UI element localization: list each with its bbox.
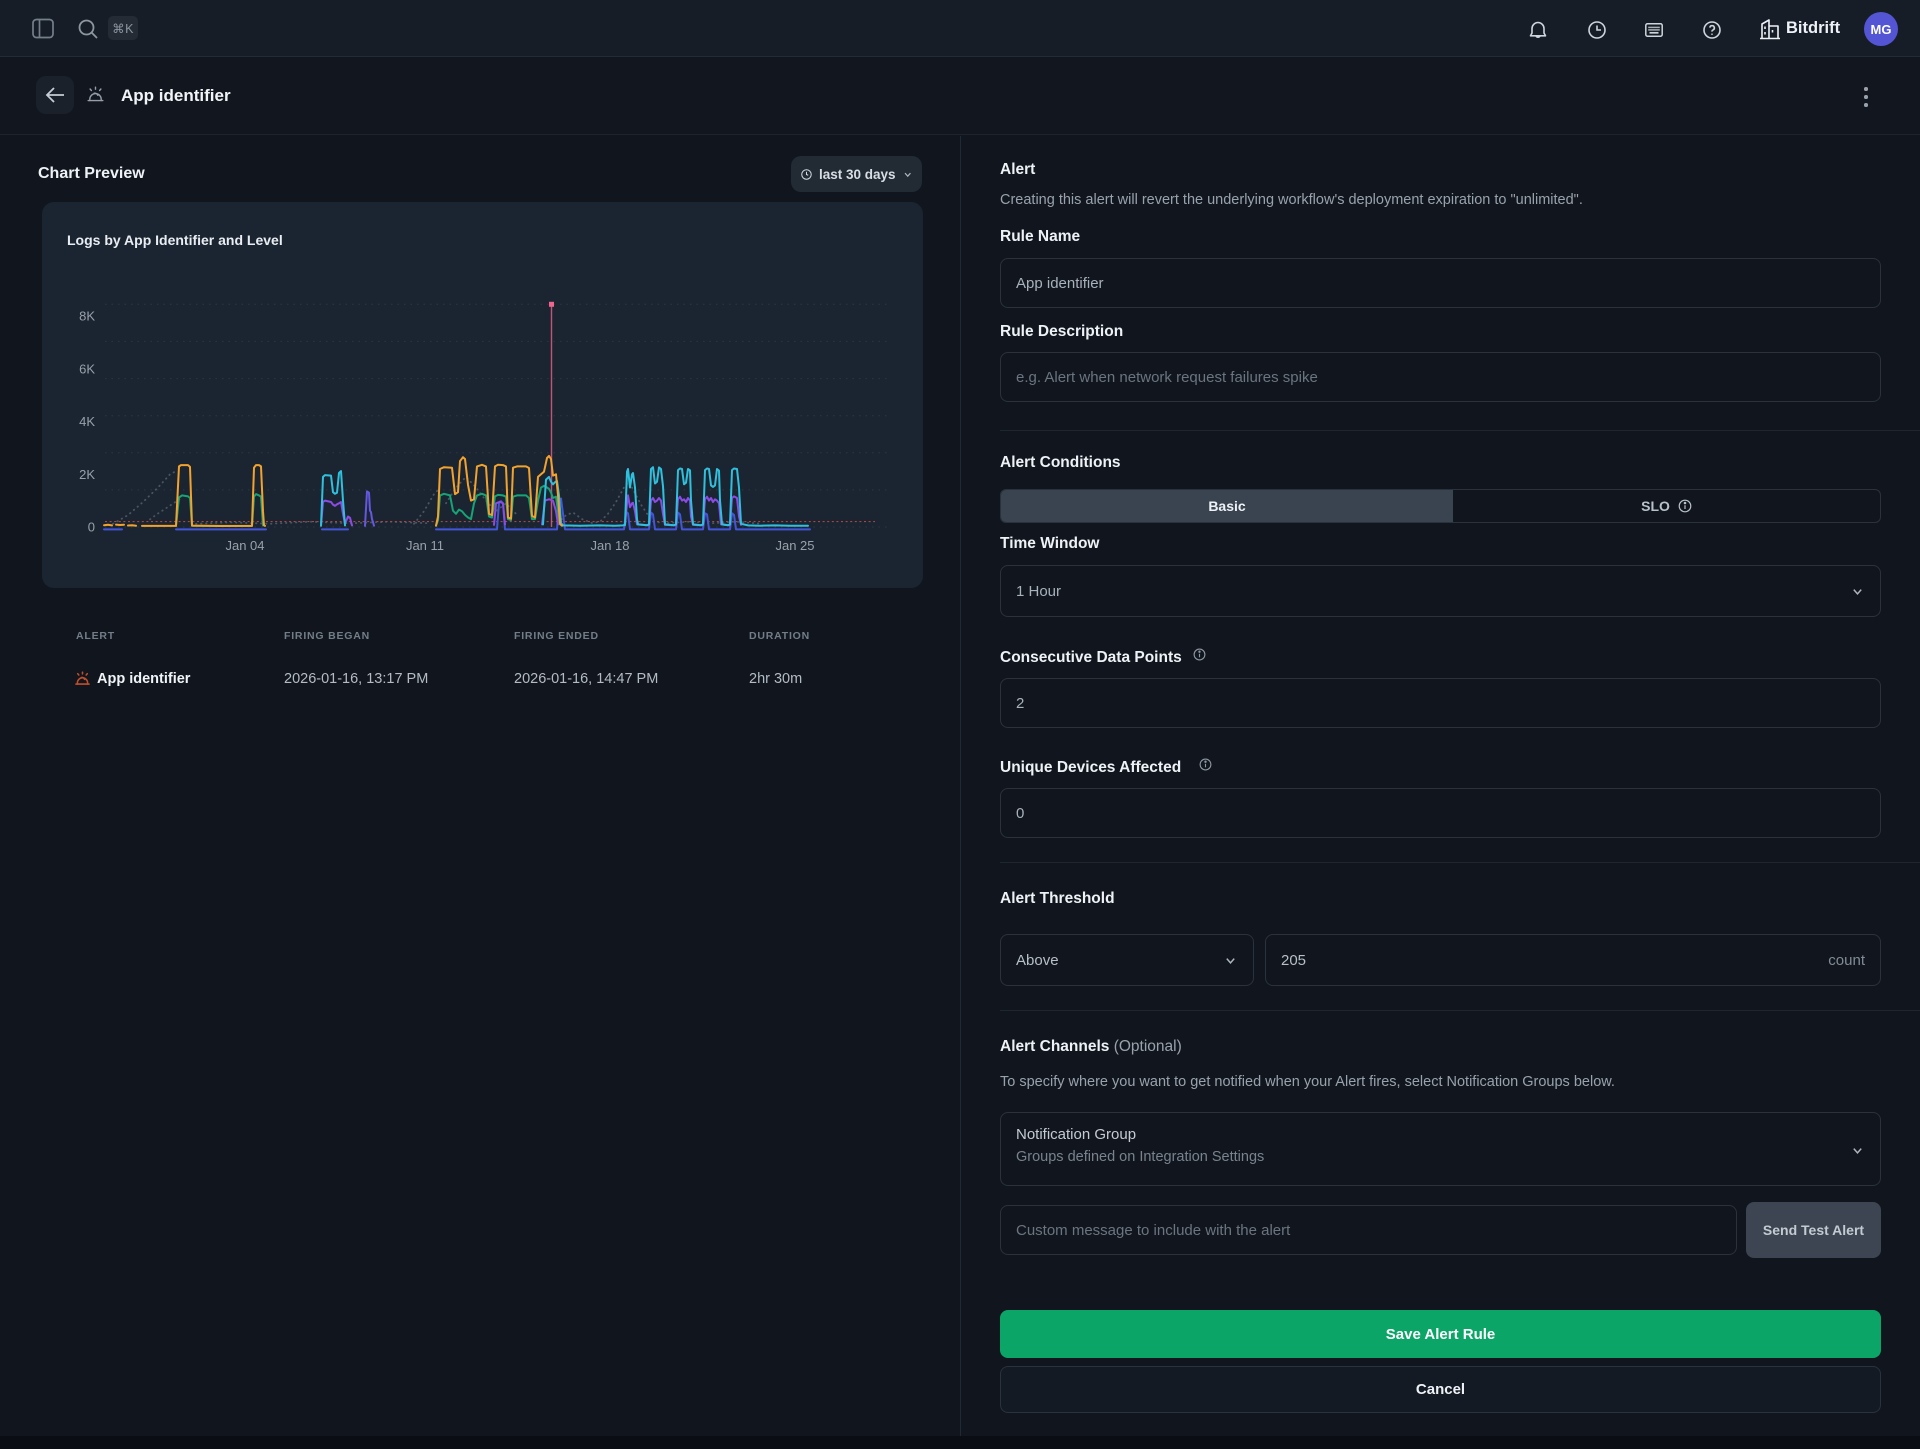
svg-text:Jan 25: Jan 25 [775, 538, 814, 553]
svg-text:Jan 11: Jan 11 [406, 538, 444, 553]
svg-text:8K: 8K [79, 309, 95, 324]
svg-text:4K: 4K [79, 414, 95, 429]
svg-text:0: 0 [88, 520, 95, 535]
svg-text:6K: 6K [79, 361, 95, 376]
svg-text:2K: 2K [79, 467, 95, 482]
svg-text:Jan 18: Jan 18 [590, 538, 629, 553]
svg-text:Jan 04: Jan 04 [225, 538, 264, 553]
